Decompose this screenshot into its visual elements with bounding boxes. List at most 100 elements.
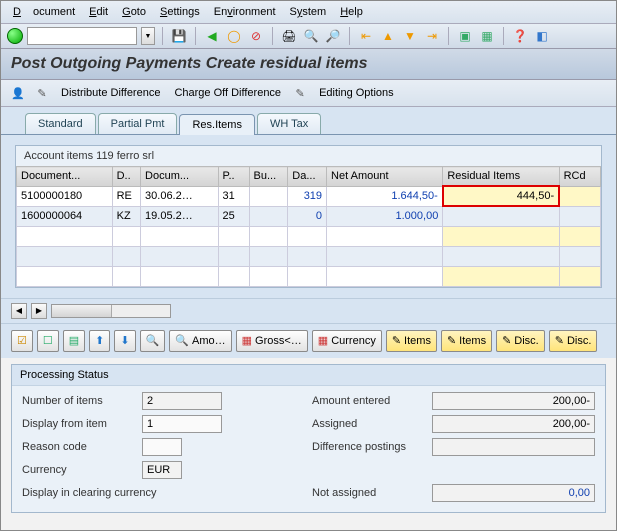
new-session-icon[interactable]: ▣ [456, 27, 474, 45]
col-bu[interactable]: Bu... [249, 167, 288, 187]
col-rcd[interactable]: RCd [559, 167, 600, 187]
num-items-field[interactable] [142, 392, 222, 410]
not-assigned-field[interactable] [432, 484, 595, 502]
enter-icon[interactable] [7, 28, 23, 44]
back-icon[interactable]: ◀ [203, 27, 221, 45]
currency-field[interactable] [142, 461, 182, 479]
items-pencil-button[interactable]: ✎Items [386, 330, 437, 352]
col-document[interactable]: Document... [17, 167, 113, 187]
not-assigned-label[interactable]: Not assigned [312, 487, 432, 499]
table-row[interactable] [17, 246, 601, 266]
col-da[interactable]: Da... [288, 167, 327, 187]
tab-row: Standard Partial Pmt Res.Items WH Tax [1, 107, 616, 135]
menu-bar: Document Edit Goto Settings Environment … [1, 1, 616, 24]
scroll-track[interactable] [51, 304, 171, 318]
table-header-row: Document... D.. Docum... P.. Bu... Da...… [17, 167, 601, 187]
disc-pencil2-button[interactable]: ✎Disc. [549, 330, 598, 352]
edit-icon[interactable] [33, 84, 51, 102]
currency-button[interactable]: ▦Currency [312, 330, 382, 352]
next-page-icon[interactable]: ▼ [401, 27, 419, 45]
command-bar: ▼ 💾 ◀ ◯ ⊘ 🖨 🔍 🔎 ⇤ ▲ ▼ ⇥ ▣ ▦ ❓ ◧ [1, 24, 616, 49]
help-icon[interactable]: ❓ [511, 27, 529, 45]
binoculars2-icon: 🔍 [175, 334, 189, 347]
col-p[interactable]: P.. [218, 167, 249, 187]
table-row[interactable]: 1600000064 KZ 19.05.2… 25 0 1.000,00 [17, 206, 601, 226]
pencil-icon: ✎ [447, 334, 456, 347]
cancel-icon[interactable]: ⊘ [247, 27, 265, 45]
gross-button[interactable]: ▦Gross<… [236, 330, 308, 352]
command-field[interactable] [27, 27, 137, 45]
layout-icon[interactable]: ◧ [533, 27, 551, 45]
editing-options-icon[interactable] [291, 84, 309, 102]
select-all-button[interactable]: ☑ [11, 330, 33, 352]
residual-input-active[interactable]: 444,50- [443, 186, 559, 206]
find-button[interactable]: 🔍 [140, 330, 166, 352]
tab-wh-tax[interactable]: WH Tax [257, 113, 321, 134]
menu-system[interactable]: System [284, 4, 333, 20]
disc-pencil-button[interactable]: ✎Disc. [496, 330, 545, 352]
shortcut-icon[interactable]: ▦ [478, 27, 496, 45]
distribute-icon[interactable]: 👤 [9, 84, 27, 102]
col-netamount[interactable]: Net Amount [327, 167, 443, 187]
scroll-thumb[interactable] [52, 305, 112, 317]
items-pencil2-button[interactable]: ✎Items [441, 330, 492, 352]
currency-label: Currency [22, 464, 142, 476]
find-next-icon[interactable]: 🔎 [324, 27, 342, 45]
last-page-icon[interactable]: ⇥ [423, 27, 441, 45]
button-row: ☑ ☐ ▤ ⬆ ⬇ 🔍 🔍Amo… ▦Gross<… ▦Currency ✎It… [1, 323, 616, 358]
sort-desc-button[interactable]: ⬇ [114, 330, 135, 352]
num-items-label: Number of items [22, 395, 142, 407]
pencil-icon: ✎ [392, 334, 401, 347]
processing-status-frame: Processing Status Number of items Amount… [11, 364, 606, 513]
save-icon[interactable]: 💾 [170, 27, 188, 45]
assigned-field[interactable] [432, 415, 595, 433]
distribute-difference-button[interactable]: Distribute Difference [57, 87, 164, 99]
first-page-icon[interactable]: ⇤ [357, 27, 375, 45]
amount-entered-field[interactable] [432, 392, 595, 410]
reason-code-field[interactable] [142, 438, 182, 456]
col-d[interactable]: D.. [112, 167, 140, 187]
pencil-icon: ✎ [555, 334, 564, 347]
print-icon[interactable]: 🖨 [280, 27, 298, 45]
account-items-title: Account items 119 ferro srl [16, 146, 601, 166]
col-docdate[interactable]: Docum... [141, 167, 219, 187]
table-row[interactable]: 5100000180 RE 30.06.2… 31 319 1.644,50- … [17, 186, 601, 206]
charge-off-difference-button[interactable]: Charge Off Difference [170, 87, 285, 99]
processing-status-title: Processing Status [12, 365, 605, 386]
menu-document[interactable]: Document [7, 4, 81, 20]
sort-desc-icon: ⬇ [120, 334, 129, 347]
select-all-icon: ☑ [17, 334, 27, 347]
sort-asc-button[interactable]: ⬆ [89, 330, 110, 352]
amount-button[interactable]: 🔍Amo… [169, 330, 231, 352]
assigned-label: Assigned [312, 418, 432, 430]
display-from-label: Display from item [22, 418, 142, 430]
deselect-all-button[interactable]: ☐ [37, 330, 59, 352]
menu-help[interactable]: Help [334, 4, 369, 20]
diff-postings-label: Difference postings [312, 441, 432, 453]
scroll-right-icon[interactable]: ▶ [31, 303, 47, 319]
scroll-left-icon[interactable]: ◀ [11, 303, 27, 319]
menu-environment[interactable]: Environment [208, 4, 282, 20]
menu-goto[interactable]: Goto [116, 4, 152, 20]
command-dropdown[interactable]: ▼ [141, 27, 155, 45]
find-icon[interactable]: 🔍 [302, 27, 320, 45]
binoculars-icon: 🔍 [146, 334, 160, 347]
select-block-button[interactable]: ▤ [63, 330, 85, 352]
tab-standard[interactable]: Standard [25, 113, 96, 134]
editing-options-button[interactable]: Editing Options [315, 87, 398, 99]
prev-page-icon[interactable]: ▲ [379, 27, 397, 45]
menu-settings[interactable]: Settings [154, 4, 206, 20]
display-from-field[interactable] [142, 415, 222, 433]
tab-partial-pmt[interactable]: Partial Pmt [98, 113, 178, 134]
menu-edit[interactable]: Edit [83, 4, 114, 20]
table-row[interactable] [17, 266, 601, 286]
exit-icon[interactable]: ◯ [225, 27, 243, 45]
amount-entered-label: Amount entered [312, 395, 432, 407]
col-residual[interactable]: Residual Items [443, 167, 559, 187]
pencil-icon: ✎ [502, 334, 511, 347]
diff-postings-field[interactable] [432, 438, 595, 456]
display-clearing-label: Display in clearing currency [22, 487, 222, 499]
items-table: Document... D.. Docum... P.. Bu... Da...… [16, 166, 601, 287]
table-row[interactable] [17, 226, 601, 246]
tab-res-items[interactable]: Res.Items [179, 114, 255, 135]
